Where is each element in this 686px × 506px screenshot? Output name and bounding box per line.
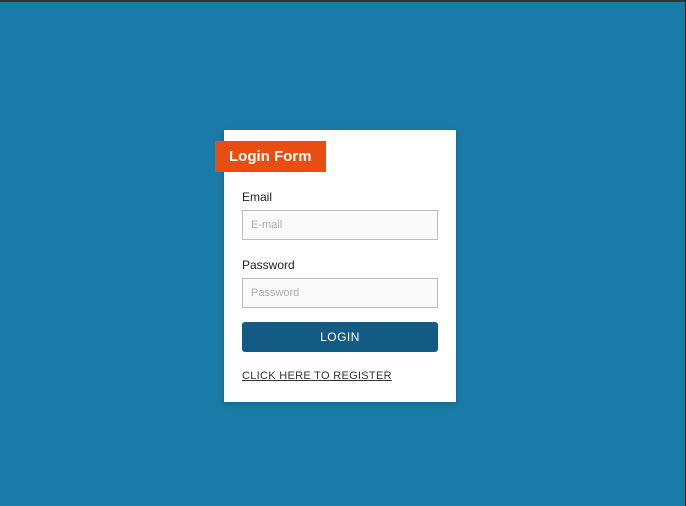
email-input[interactable] [242,210,438,240]
email-label: Email [242,190,438,204]
login-button[interactable]: LOGIN [242,322,438,352]
form-title-badge: Login Form [215,141,326,172]
register-link[interactable]: CLICK HERE TO REGISTER [242,370,392,382]
password-input[interactable] [242,278,438,308]
password-label: Password [242,258,438,272]
